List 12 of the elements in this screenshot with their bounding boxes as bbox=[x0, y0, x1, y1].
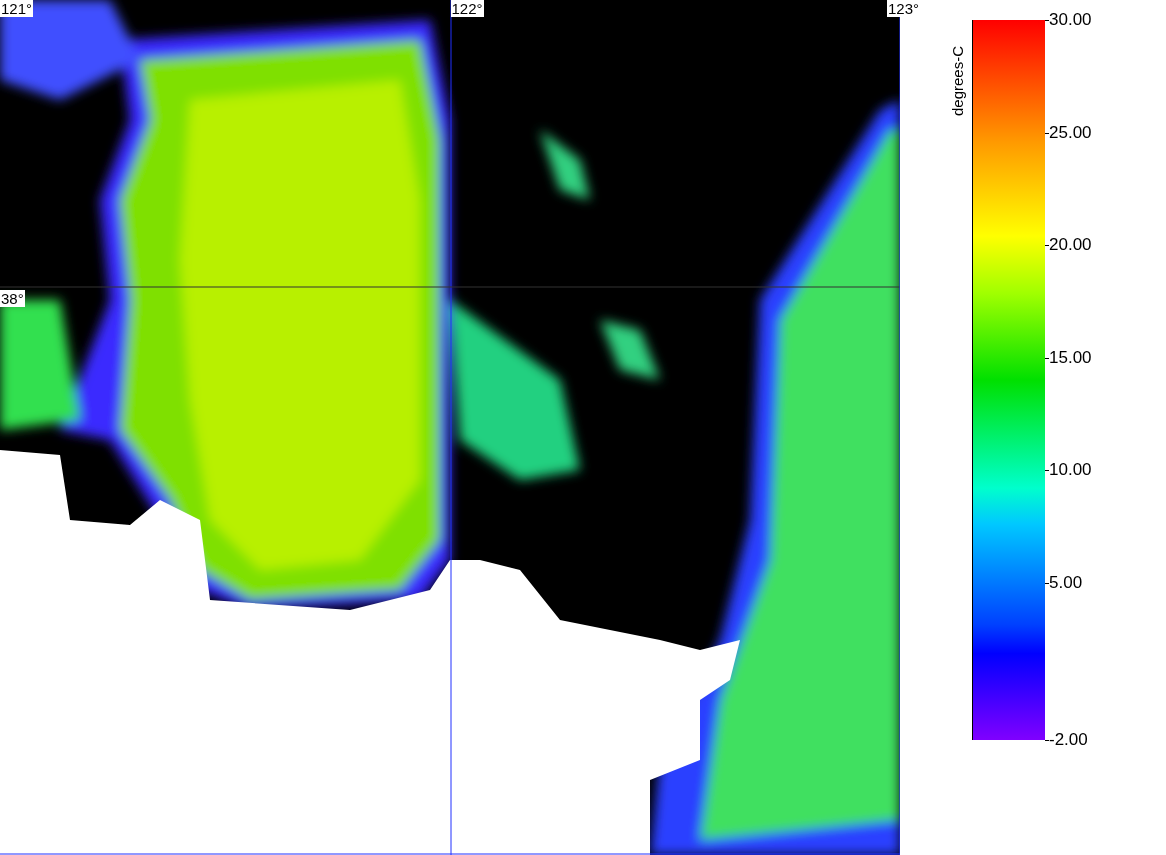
colorbar-tick-label: 30.00 bbox=[1045, 10, 1092, 30]
longitude-label: 122° bbox=[450, 0, 484, 17]
colorbar-title: degrees-C bbox=[949, 44, 966, 116]
colorbar-tick-label: 20.00 bbox=[1045, 235, 1092, 255]
longitude-label: 121° bbox=[0, 0, 34, 17]
colorbar-tick-label: 5.00 bbox=[1045, 572, 1083, 593]
colorbar-tick-label: -2.00 bbox=[1045, 730, 1088, 750]
colorbar-tick-label: 25.00 bbox=[1045, 122, 1092, 143]
colorbar-tick-label: 15.00 bbox=[1045, 347, 1092, 368]
longitude-label: 123° bbox=[887, 0, 921, 17]
colorbar-tick-label: 10.00 bbox=[1045, 460, 1092, 480]
latitude-label: 38° bbox=[0, 290, 25, 307]
